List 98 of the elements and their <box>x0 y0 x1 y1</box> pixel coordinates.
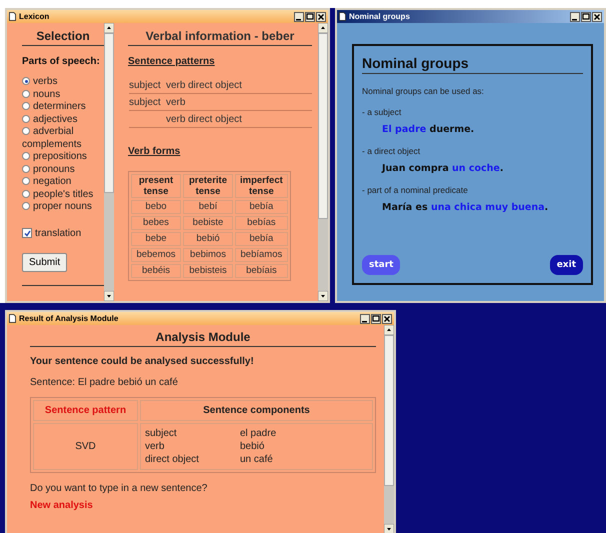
section-title: Analysis Module <box>30 325 376 347</box>
table-cell: SVD <box>33 423 138 470</box>
radio-option[interactable]: prepositions <box>22 151 104 164</box>
table-cell: bebí <box>183 200 233 214</box>
pattern-term: verb <box>166 80 186 91</box>
table-cell: bebía <box>235 232 288 246</box>
pattern-term: verb <box>166 97 186 108</box>
card-title: Nominal groups <box>362 55 583 74</box>
radio-option[interactable]: adjectives <box>22 114 104 126</box>
table-cell: bebías <box>235 216 288 230</box>
radio-button[interactable] <box>22 77 30 85</box>
section-title: Verbal information - beber <box>128 23 312 46</box>
radio-button[interactable] <box>22 90 30 98</box>
table-cell: bebíamos <box>235 248 288 262</box>
document-icon <box>339 12 346 21</box>
document-icon <box>9 12 16 21</box>
start-button[interactable]: start <box>362 255 400 275</box>
radio-option[interactable]: negation <box>22 176 104 188</box>
document-icon <box>9 314 16 323</box>
column-header: preterite tense <box>183 174 233 198</box>
minimize-icon[interactable] <box>360 314 370 324</box>
exit-button[interactable]: exit <box>550 255 583 275</box>
column-header: imperfect tense <box>235 174 288 198</box>
radio-option[interactable]: pronouns <box>22 164 104 176</box>
scroll-down-icon[interactable] <box>318 291 328 301</box>
pattern-term: subject <box>129 97 162 108</box>
scrollbar[interactable] <box>384 325 394 533</box>
radio-button[interactable] <box>22 164 30 172</box>
window-title: Lexicon <box>19 12 50 21</box>
window-title: Result of Analysis Module <box>19 314 120 323</box>
minimize-icon[interactable] <box>294 12 304 22</box>
scroll-up-icon[interactable] <box>384 325 394 335</box>
radio-option[interactable]: nouns <box>22 88 104 101</box>
checkbox[interactable] <box>22 228 32 238</box>
example-sentence: María es una chica muy buena. <box>382 202 550 213</box>
question-text: Do you want to type in a new sentence? <box>30 483 208 494</box>
radio-button[interactable] <box>22 114 30 122</box>
column-header: Sentence components <box>140 400 373 421</box>
window-title: Nominal groups <box>349 12 411 21</box>
radio-button[interactable] <box>22 127 30 135</box>
radio-button[interactable] <box>22 190 30 198</box>
scrollbar[interactable] <box>318 23 328 301</box>
pattern-term: verb <box>166 114 186 125</box>
close-icon[interactable] <box>592 12 602 22</box>
success-message: Your sentence could be analysed successfully! <box>30 356 255 367</box>
section-heading: Verb forms <box>128 146 182 157</box>
submit-button[interactable]: Submit <box>22 252 68 272</box>
minimize-icon[interactable] <box>570 12 580 22</box>
maximize-icon[interactable] <box>581 12 591 22</box>
pattern-term: direct object <box>188 114 243 125</box>
table-cell: bebiste <box>183 216 233 230</box>
radio-button[interactable] <box>22 102 30 110</box>
sentence-text: Sentence: El padre bebió un café <box>30 377 179 388</box>
close-icon[interactable] <box>382 314 392 324</box>
maximize-icon[interactable] <box>371 314 381 324</box>
table-cell: bebo <box>131 200 181 214</box>
checkbox-label[interactable]: translation <box>35 228 82 238</box>
radio-option[interactable]: verbs <box>22 76 104 88</box>
table-cell: bebisteis <box>183 264 233 278</box>
field-label: Parts of speech: <box>22 56 101 67</box>
scroll-up-icon[interactable] <box>318 23 328 33</box>
section-heading: Sentence patterns <box>128 56 216 67</box>
radio-button[interactable] <box>22 152 30 160</box>
scrollbar[interactable] <box>104 23 114 301</box>
column-header: Sentence pattern <box>33 400 138 421</box>
component-role: direct object <box>145 454 200 465</box>
maximize-icon[interactable] <box>305 12 315 22</box>
radio-option[interactable]: determiners <box>22 101 104 114</box>
use-label: - a direct object <box>362 146 422 156</box>
table-cell: bebemos <box>131 248 181 262</box>
component-word: bebió <box>240 441 266 452</box>
pattern-term: direct object <box>188 80 243 91</box>
table-cell: bebió <box>183 232 233 246</box>
table-cell: bebía <box>235 200 288 214</box>
close-icon[interactable] <box>316 12 326 22</box>
radio-option[interactable]: people's titles <box>22 188 104 201</box>
component-word: un café <box>240 454 274 465</box>
column-header: present tense <box>131 174 181 198</box>
scroll-up-icon[interactable] <box>104 23 114 33</box>
component-role: subject <box>145 428 178 439</box>
use-label: - part of a nominal predicate <box>362 185 469 195</box>
table-cell: bebimos <box>183 248 233 262</box>
example-sentence: Juan compra un coche. <box>382 163 504 174</box>
radio-option[interactable]: proper nouns <box>22 201 104 214</box>
table-cell: bebes <box>131 216 181 230</box>
intro-text: Nominal groups can be used as: <box>362 86 485 96</box>
component-word: el padre <box>240 428 278 439</box>
pattern-term: subject <box>129 80 162 91</box>
use-label: - a subject <box>362 107 402 117</box>
scroll-down-icon[interactable] <box>104 291 114 301</box>
table-cell: bebéis <box>131 264 181 278</box>
radio-button[interactable] <box>22 177 30 185</box>
scroll-down-icon[interactable] <box>384 524 394 533</box>
table-cell: bebe <box>131 232 181 246</box>
radio-button[interactable] <box>22 202 30 210</box>
example-sentence: El padre duerme. <box>382 124 476 135</box>
table-cell: bebíais <box>235 264 288 278</box>
component-role: verb <box>145 441 166 452</box>
